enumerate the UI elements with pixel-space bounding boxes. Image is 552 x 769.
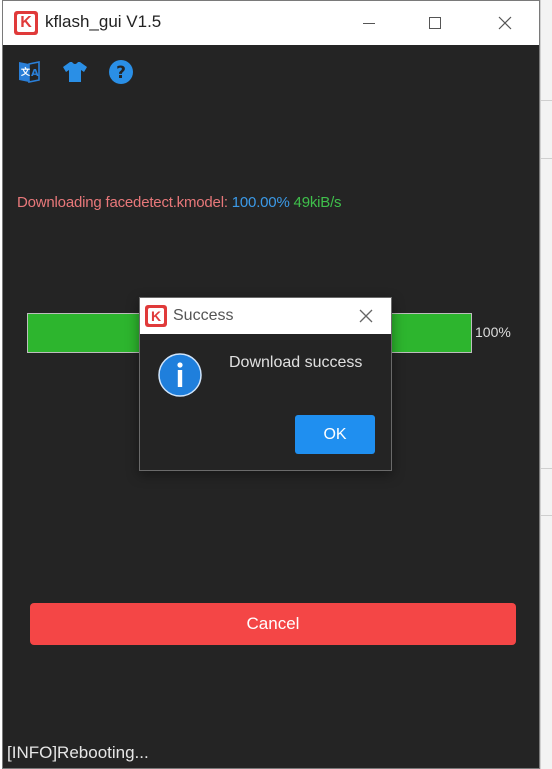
background-divider	[540, 100, 552, 101]
minimize-button[interactable]	[339, 1, 399, 45]
language-icon: 文 A	[19, 61, 40, 83]
log-output: [INFO]Rebooting...	[7, 743, 149, 762]
ok-button[interactable]: OK	[295, 415, 375, 454]
dialog-title: Success	[173, 307, 234, 324]
status-file-text: Downloading facedetect.kmodel:	[17, 194, 232, 211]
app-logo-icon: K	[14, 11, 38, 35]
skin-button[interactable]	[61, 58, 89, 86]
background-divider	[540, 468, 552, 469]
svg-text:A: A	[31, 68, 39, 79]
svg-text:文: 文	[20, 66, 31, 78]
success-dialog: K Success Download success OK	[139, 297, 392, 471]
info-icon	[158, 353, 202, 397]
close-icon	[359, 309, 373, 323]
dialog-logo-icon: K	[145, 305, 167, 327]
background-divider	[540, 515, 552, 516]
status-percent-text: 100.00%	[231, 194, 290, 211]
help-button[interactable]: ?	[107, 58, 135, 86]
skin-icon	[63, 62, 87, 82]
background-divider	[540, 158, 552, 159]
close-button[interactable]	[475, 1, 535, 45]
download-status: Downloading facedetect.kmodel: 100.00% 4…	[17, 194, 342, 211]
window-title: kflash_gui V1.5	[45, 12, 162, 31]
help-icon: ?	[109, 60, 133, 84]
maximize-button[interactable]	[405, 1, 465, 45]
dialog-close-button[interactable]	[350, 301, 382, 331]
title-bar: K kflash_gui V1.5	[3, 1, 539, 45]
status-speed-text: 49kiB/s	[289, 194, 342, 211]
progress-label: 100%	[475, 324, 511, 340]
dialog-title-bar: K Success	[140, 298, 391, 334]
close-icon	[498, 16, 512, 30]
dialog-message: Download success	[229, 354, 363, 371]
background-window-edge	[540, 0, 552, 769]
svg-text:?: ?	[116, 63, 126, 83]
language-button[interactable]: 文 A	[15, 58, 43, 86]
cancel-button[interactable]: Cancel	[30, 603, 516, 645]
